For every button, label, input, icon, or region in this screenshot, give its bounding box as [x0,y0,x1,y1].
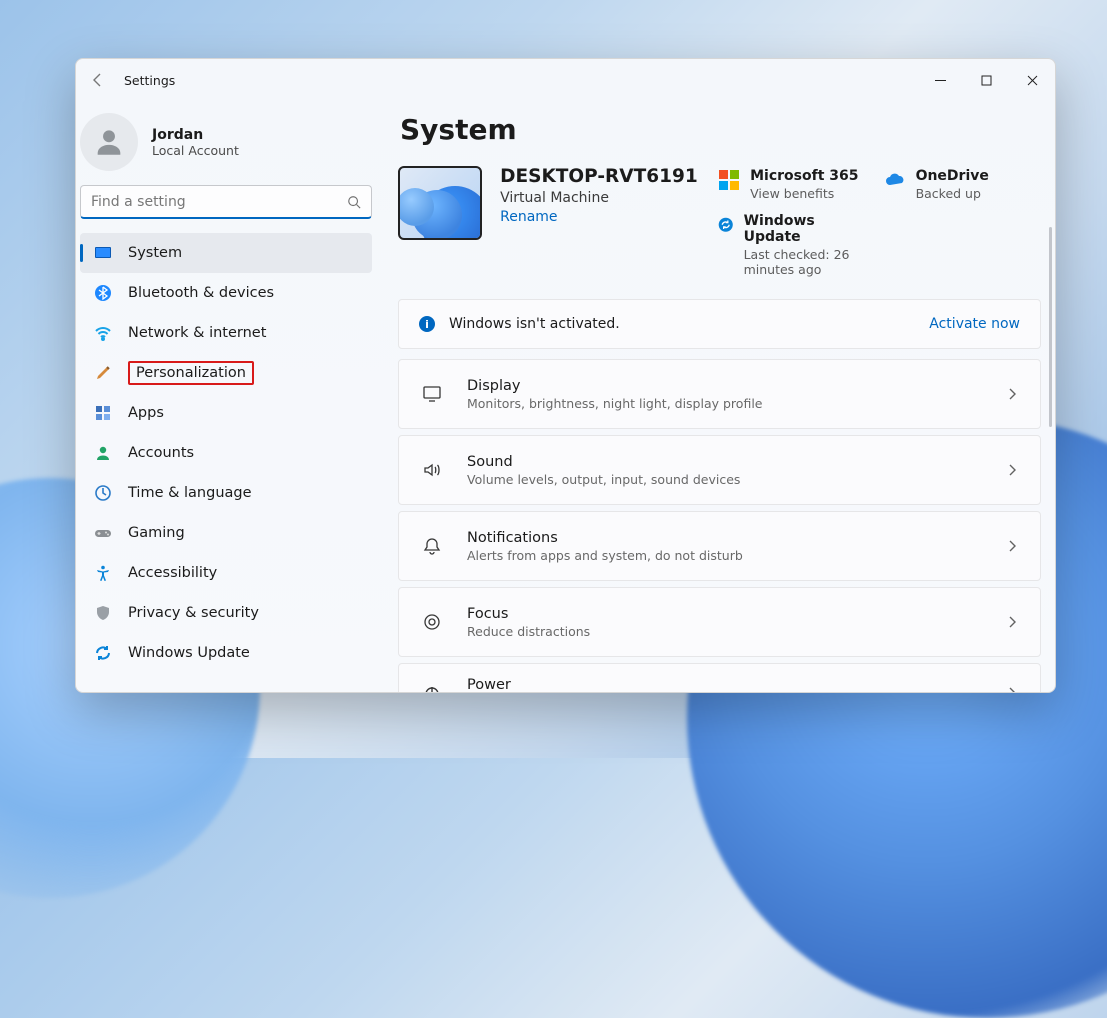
nav-label: Windows Update [128,645,250,661]
update-icon [94,644,112,662]
setting-sub: Reduce distractions [467,624,590,639]
setting-title: Focus [467,606,590,622]
activation-banner: i Windows isn't activated. Activate now [398,299,1041,349]
back-button[interactable] [90,72,106,88]
scrollbar[interactable] [1049,227,1052,427]
setting-title: Notifications [467,530,743,546]
tile-windows-update[interactable]: Windows UpdateLast checked: 26 minutes a… [718,213,875,277]
cloud-icon [884,169,906,191]
minimize-button[interactable] [917,64,963,96]
chevron-right-icon [1006,461,1018,480]
tile-sub: View benefits [750,186,858,201]
settings-window: Settings Jordan Local Account [75,58,1056,693]
microsoft-icon [718,169,740,191]
device-name: DESKTOP-RVT6191 [500,166,700,187]
activation-text: Windows isn't activated. [449,316,620,332]
setting-row-notifications[interactable]: Notifications Alerts from apps and system… [398,511,1041,581]
nav-list: System Bluetooth & devices Network & int… [76,229,386,692]
device-type: Virtual Machine [500,190,700,206]
nav-label: Personalization [128,361,254,385]
bluetooth-icon [94,284,112,302]
page-title: System [400,113,1041,146]
setting-row-power[interactable]: PowerScreen and sleep, power mode [398,663,1041,692]
tile-sub: Last checked: 26 minutes ago [744,247,876,277]
sidebar-item-apps[interactable]: Apps [80,393,372,433]
nav-label: Gaming [128,525,185,541]
nav-label: Apps [128,405,164,421]
setting-row-display[interactable]: Display Monitors, brightness, night light… [398,359,1041,429]
setting-sub: Volume levels, output, input, sound devi… [467,472,740,487]
setting-title: Sound [467,454,740,470]
close-button[interactable] [1009,64,1055,96]
sidebar-item-time-language[interactable]: Time & language [80,473,372,513]
chevron-right-icon [1006,385,1018,404]
focus-icon [421,611,443,633]
search-input-wrap[interactable] [80,185,372,219]
maximize-button[interactable] [963,64,1009,96]
tile-title: Microsoft 365 [750,168,858,184]
sidebar-item-privacy[interactable]: Privacy & security [80,593,372,633]
update-circle-icon [718,214,733,236]
nav-label: Bluetooth & devices [128,285,274,301]
setting-row-focus[interactable]: Focus Reduce distractions [398,587,1041,657]
sidebar-item-system[interactable]: System [80,233,372,273]
paintbrush-icon [94,364,112,382]
search-input[interactable] [91,194,347,210]
tile-title: OneDrive [916,168,989,184]
nav-label: Accounts [128,445,194,461]
setting-row-sound[interactable]: Sound Volume levels, output, input, sound… [398,435,1041,505]
avatar-icon [80,113,138,171]
display-icon [94,244,112,262]
sidebar-item-accounts[interactable]: Accounts [80,433,372,473]
setting-title: Power [467,677,661,693]
rename-link[interactable]: Rename [500,209,700,225]
nav-label: Privacy & security [128,605,259,621]
tile-microsoft365[interactable]: Microsoft 365 View benefits [718,168,875,201]
search-icon [347,195,361,209]
clock-globe-icon [94,484,112,502]
bell-icon [421,535,443,557]
person-icon [94,444,112,462]
chevron-right-icon [1006,684,1018,693]
accessibility-icon [94,564,112,582]
tile-title: Windows Update [744,213,876,245]
nav-label: System [128,245,182,261]
tile-sub: Backed up [916,186,989,201]
activate-now-link[interactable]: Activate now [929,316,1020,332]
power-icon [421,682,443,692]
shield-icon [94,604,112,622]
sidebar-item-network[interactable]: Network & internet [80,313,372,353]
chevron-right-icon [1006,613,1018,632]
nav-label: Accessibility [128,565,217,581]
gamepad-icon [94,524,112,542]
app-name: Settings [124,73,175,88]
device-thumbnail[interactable] [398,166,482,240]
setting-sub: Alerts from apps and system, do not dist… [467,548,743,563]
monitor-icon [421,383,443,405]
chevron-right-icon [1006,537,1018,556]
sidebar-item-personalization[interactable]: Personalization [80,353,372,393]
tile-onedrive[interactable]: OneDrive Backed up [884,168,1041,201]
speaker-icon [421,459,443,481]
sidebar-item-accessibility[interactable]: Accessibility [80,553,372,593]
apps-icon [94,404,112,422]
sidebar-item-bluetooth[interactable]: Bluetooth & devices [80,273,372,313]
info-icon: i [419,316,435,332]
setting-title: Display [467,378,762,394]
content-area: System DESKTOP-RVT6191 Virtual Machine R… [386,101,1055,692]
setting-sub: Monitors, brightness, night light, displ… [467,396,762,411]
nav-label: Time & language [128,485,252,501]
titlebar: Settings [76,59,1055,101]
user-account-button[interactable]: Jordan Local Account [76,109,386,185]
wifi-icon [94,324,112,342]
sidebar-item-gaming[interactable]: Gaming [80,513,372,553]
sidebar: Jordan Local Account System Bluetooth & … [76,101,386,692]
user-name: Jordan [152,127,239,143]
nav-label: Network & internet [128,325,266,341]
sidebar-item-windows-update[interactable]: Windows Update [80,633,372,673]
user-account-type: Local Account [152,143,239,158]
